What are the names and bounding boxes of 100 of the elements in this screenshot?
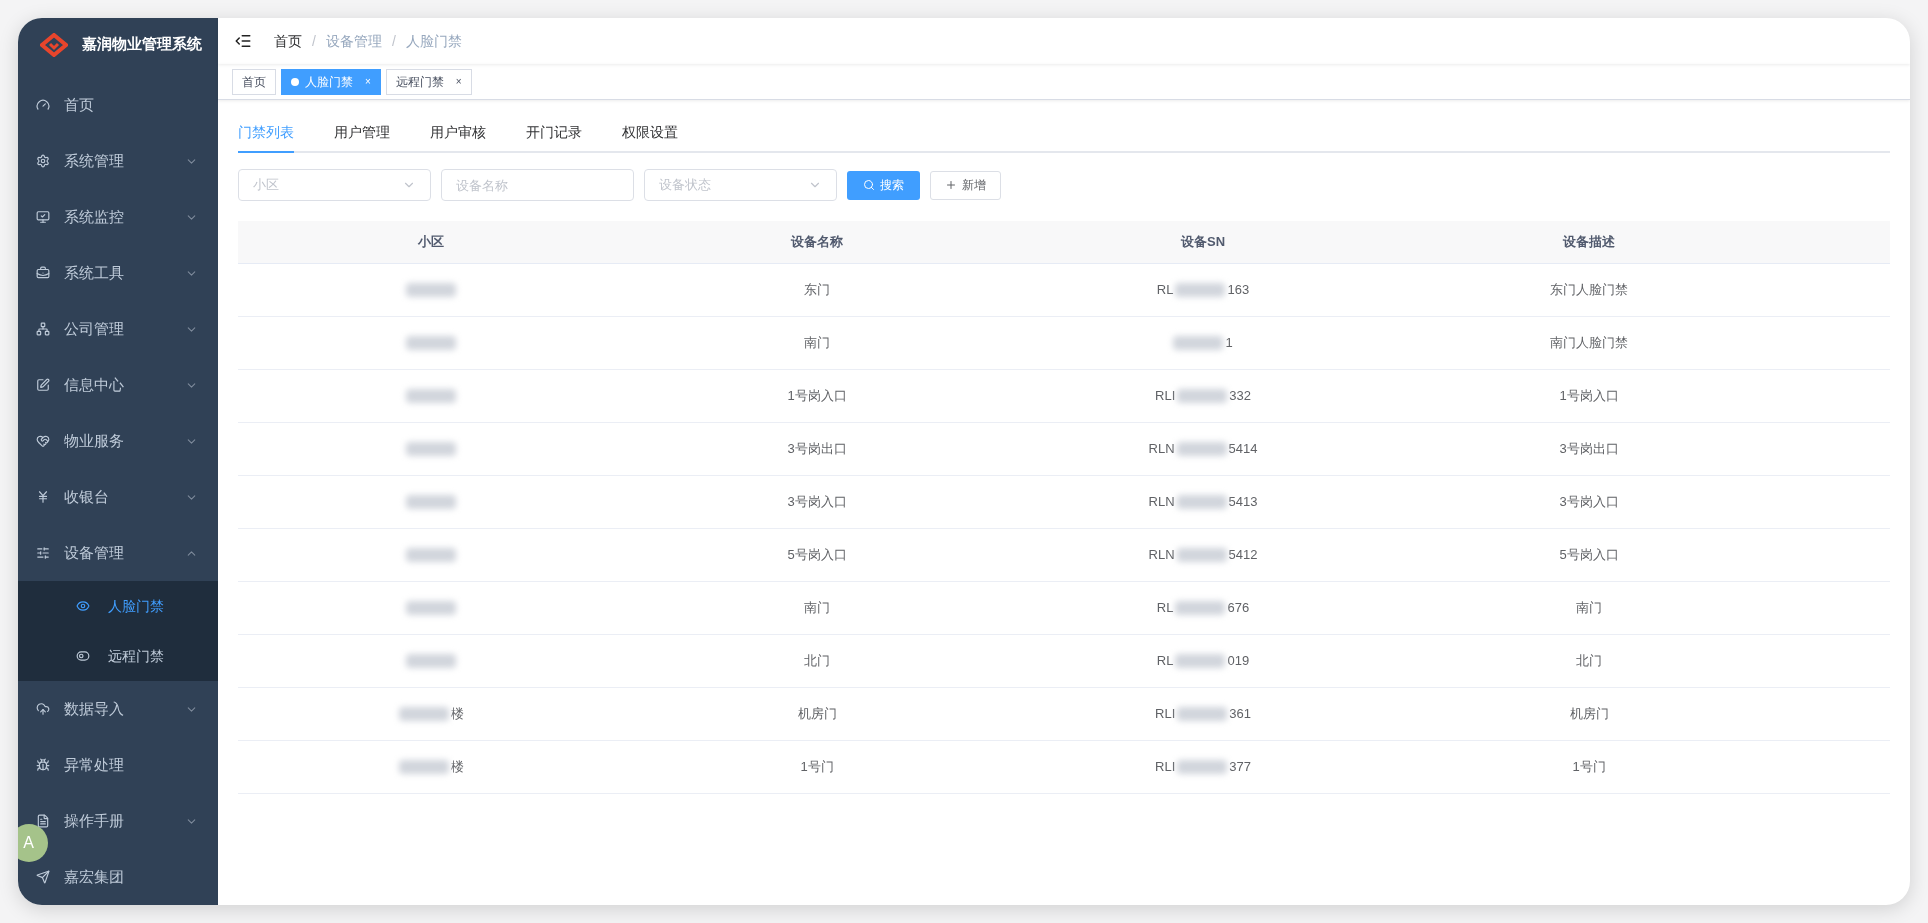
redaction-blur bbox=[406, 548, 456, 562]
menu-item[interactable]: 信息中心 bbox=[18, 369, 218, 401]
redaction-blur bbox=[406, 283, 456, 297]
close-button[interactable]: × bbox=[455, 74, 462, 89]
table-cell-text: RLN bbox=[1148, 440, 1175, 459]
table-cell-text: 163 bbox=[1227, 281, 1250, 300]
monitor-icon bbox=[36, 210, 50, 224]
column-header: 设备名称 bbox=[790, 233, 844, 252]
cloud-upload-icon bbox=[36, 702, 50, 716]
tab[interactable]: 权限设置 bbox=[622, 122, 678, 153]
yen-icon bbox=[36, 490, 50, 504]
input-field[interactable]: 设备名称 bbox=[441, 169, 634, 201]
table-cell-text: 南门人脸门禁 bbox=[1549, 334, 1629, 353]
tab[interactable]: 用户管理 bbox=[334, 122, 390, 153]
redaction-blur bbox=[1177, 760, 1228, 774]
table-cell-text: 3号岗入口 bbox=[786, 493, 848, 512]
table-cell-text: 019 bbox=[1227, 652, 1250, 671]
table-cell-text: 5412 bbox=[1228, 546, 1258, 565]
menu-item[interactable]: 首页 bbox=[18, 89, 218, 121]
breadcrumb-item: 设备管理 bbox=[325, 31, 382, 51]
table-cell-text: 南门 bbox=[1575, 599, 1603, 618]
table-cell-text: 3号岗入口 bbox=[1558, 493, 1620, 512]
briefcase-icon bbox=[36, 266, 50, 280]
breadcrumb-separator: / bbox=[391, 31, 396, 51]
search-icon bbox=[863, 179, 875, 191]
table-cell-text: RL bbox=[1156, 599, 1174, 618]
menu-item[interactable]: 物业服务 bbox=[18, 425, 218, 457]
redaction-blur bbox=[1175, 283, 1226, 297]
breadcrumb-separator: / bbox=[312, 31, 316, 51]
app-title: 嘉润物业管理系统 bbox=[82, 34, 202, 55]
table-cell-text: 机房门 bbox=[1568, 705, 1610, 724]
eye-icon bbox=[76, 599, 90, 613]
tab[interactable]: 用户审核 bbox=[430, 122, 486, 153]
redaction-blur bbox=[398, 760, 449, 774]
redaction-blur bbox=[406, 654, 456, 668]
table-cell-text: 楼 bbox=[450, 758, 464, 777]
table-cell-text: 332 bbox=[1229, 387, 1251, 406]
table-cell-text: 5414 bbox=[1228, 440, 1258, 459]
menu-item[interactable]: 公司管理 bbox=[18, 313, 218, 345]
table-cell-text: 5413 bbox=[1228, 493, 1258, 512]
plus-icon bbox=[945, 179, 957, 191]
table-cell-text: RL bbox=[1156, 652, 1174, 671]
table-cell-text: 1号岗入口 bbox=[786, 387, 848, 406]
submenu-item[interactable]: 远程门禁 bbox=[18, 631, 218, 681]
toggle-icon bbox=[76, 649, 90, 663]
table-cell-text: 南门 bbox=[803, 599, 831, 618]
redaction-blur bbox=[1175, 654, 1226, 668]
table-cell-text: 东门人脸门禁 bbox=[1549, 281, 1629, 300]
table-cell-text: 1号门 bbox=[799, 758, 835, 777]
table-cell-text: 5号岗入口 bbox=[1558, 546, 1620, 565]
table-cell-text: 北门 bbox=[1575, 652, 1603, 671]
submenu-item[interactable]: 人脸门禁 bbox=[18, 581, 218, 631]
table-cell-text: 1号岗入口 bbox=[1558, 387, 1620, 406]
table-cell-text: 东门 bbox=[803, 281, 831, 300]
column-header: 小区 bbox=[417, 233, 445, 252]
page-tag[interactable]: 远程门禁 × bbox=[385, 68, 472, 95]
add-button[interactable]: 新增 bbox=[930, 170, 1001, 200]
redaction-blur bbox=[1176, 495, 1227, 509]
table-cell-text: 676 bbox=[1227, 599, 1250, 618]
table-cell-text: RLI bbox=[1155, 705, 1176, 724]
table-cell-text: RLI bbox=[1155, 758, 1176, 777]
table-cell-text: RLN bbox=[1148, 546, 1175, 565]
gear-icon bbox=[36, 154, 50, 168]
page-tag[interactable]: 首页 bbox=[232, 68, 276, 95]
redaction-blur bbox=[1177, 389, 1228, 403]
menu-item[interactable]: 设备管理 bbox=[18, 537, 218, 569]
bug-icon bbox=[36, 758, 50, 772]
sliders-icon bbox=[36, 546, 50, 560]
table-cell-text: RLI bbox=[1155, 387, 1176, 406]
menu-item[interactable]: 系统工具 bbox=[18, 257, 218, 289]
redaction-blur bbox=[406, 389, 456, 403]
redaction-blur bbox=[406, 601, 456, 615]
tab[interactable]: 开门记录 bbox=[526, 122, 582, 153]
redaction-blur bbox=[406, 495, 456, 509]
menu-item[interactable]: 嘉宏集团 bbox=[18, 861, 218, 893]
table-cell-text: 3号岗出口 bbox=[1558, 440, 1620, 459]
menu-item[interactable]: 异常处理 bbox=[18, 749, 218, 781]
redaction-blur bbox=[1175, 601, 1226, 615]
table-cell-text: 377 bbox=[1229, 758, 1251, 777]
table-cell-text: RL bbox=[1156, 281, 1174, 300]
breadcrumb-item[interactable]: 首页 bbox=[274, 30, 302, 52]
menu-item[interactable]: 数据导入 bbox=[18, 693, 218, 725]
table-cell-text: RLN bbox=[1148, 493, 1175, 512]
logo-icon bbox=[40, 32, 68, 57]
redaction-blur bbox=[406, 442, 456, 456]
menu-item[interactable]: 收银台 bbox=[18, 481, 218, 513]
redaction-blur bbox=[406, 336, 456, 350]
table-cell-text: 5号岗入口 bbox=[786, 546, 848, 565]
table-cell-text: 北门 bbox=[803, 652, 831, 671]
handshake-icon bbox=[36, 434, 50, 448]
paper-plane-icon bbox=[36, 870, 50, 884]
menu-item[interactable]: 系统管理 bbox=[18, 145, 218, 177]
table-cell-text: 南门 bbox=[803, 334, 831, 353]
redaction-blur bbox=[1176, 442, 1227, 456]
menu-item[interactable]: 系统监控 bbox=[18, 201, 218, 233]
column-header: 设备描述 bbox=[1562, 233, 1616, 252]
redaction-blur bbox=[1173, 336, 1224, 350]
gauge-icon bbox=[36, 98, 50, 112]
column-header: 设备SN bbox=[1179, 233, 1227, 252]
menu-toggle-icon[interactable] bbox=[234, 32, 252, 50]
